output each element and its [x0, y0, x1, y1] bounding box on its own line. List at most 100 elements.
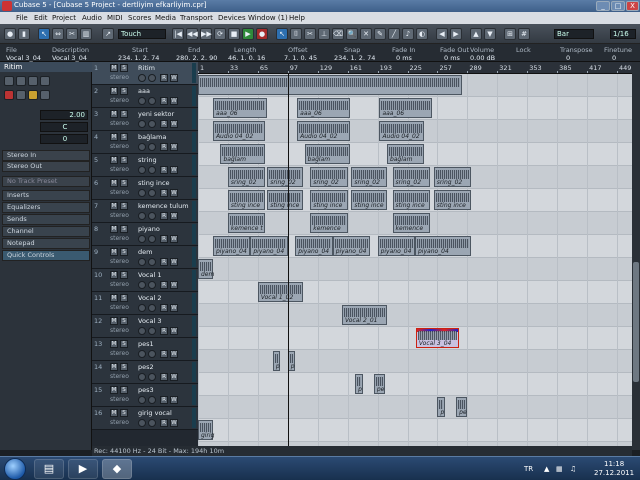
solo-button[interactable]: S: [120, 133, 128, 141]
write-automation-button[interactable]: W: [170, 97, 178, 105]
track-lane[interactable]: [198, 350, 632, 373]
clock-date[interactable]: 27.12.2011: [594, 469, 634, 477]
audio-event[interactable]: Audio 04_02: [379, 121, 425, 141]
track-row[interactable]: 1 M S Ritim stereo R W: [92, 62, 198, 85]
track-name[interactable]: aaa: [138, 87, 150, 95]
audio-event[interactable]: bağlam: [220, 144, 266, 164]
media-player-taskbar-icon[interactable]: ▶: [68, 459, 98, 479]
track-lane[interactable]: [198, 396, 632, 419]
write-automation-button[interactable]: W: [170, 304, 178, 312]
read-automation-button[interactable]: R: [160, 327, 168, 335]
range-tool-icon[interactable]: ⇔: [52, 28, 64, 40]
track-lane[interactable]: [198, 258, 632, 281]
track-row[interactable]: 7 M Skemence tulum stereo R W: [92, 200, 198, 223]
clock-time[interactable]: 11:18: [604, 460, 624, 468]
read-automation-button[interactable]: R: [160, 97, 168, 105]
write-automation-button[interactable]: W: [170, 189, 178, 197]
info-description-value[interactable]: Vocal 3_04: [52, 54, 87, 62]
cycle-icon[interactable]: ⟳: [214, 28, 226, 40]
audio-event[interactable]: sting ince: [392, 190, 430, 210]
menu-scores[interactable]: Scores: [128, 14, 151, 22]
track-name[interactable]: yeni sektor: [138, 110, 174, 118]
write-automation-button[interactable]: W: [170, 120, 178, 128]
monitor-button[interactable]: [148, 120, 156, 128]
record-enable-button[interactable]: [138, 97, 146, 105]
track-row[interactable]: 3 M Syeni sektor stereo R W: [92, 108, 198, 131]
nudge-left-icon[interactable]: ◀: [436, 28, 448, 40]
write-automation-button[interactable]: W: [170, 74, 178, 82]
inspector-track-name[interactable]: Ritim: [0, 62, 92, 72]
audio-event[interactable]: bağlam: [304, 144, 350, 164]
solo-button[interactable]: S: [120, 225, 128, 233]
inspector-section-sends[interactable]: Sends: [2, 214, 90, 225]
selected-audio-event[interactable]: Vocal 3_04: [415, 328, 459, 348]
audio-event[interactable]: Vocal 1_02: [257, 282, 303, 302]
record-enable-button[interactable]: [138, 166, 146, 174]
monitor-button[interactable]: [148, 235, 156, 243]
explorer-taskbar-icon[interactable]: ▤: [34, 459, 64, 479]
color-tool-icon[interactable]: ◐: [416, 28, 428, 40]
track-name[interactable]: Ritim: [138, 64, 155, 72]
inspector-section-quick-controls[interactable]: Quick Controls: [2, 250, 90, 261]
solo-button[interactable]: S: [120, 248, 128, 256]
audio-event[interactable]: piyano_04: [295, 236, 333, 256]
inspector-mute-icon[interactable]: [4, 76, 14, 86]
monitor-button[interactable]: [148, 281, 156, 289]
solo-button[interactable]: S: [120, 179, 128, 187]
record-enable-button[interactable]: [138, 396, 146, 404]
inspector-edit-icon[interactable]: [40, 90, 50, 100]
split-tool-icon[interactable]: ✂: [66, 28, 78, 40]
mute-button[interactable]: M: [110, 271, 118, 279]
rewind-icon[interactable]: ◀◀: [186, 28, 198, 40]
info-fade-in-value[interactable]: 0 ms: [396, 54, 412, 62]
track-name[interactable]: piyano: [138, 225, 160, 233]
inspector-record-icon[interactable]: [4, 90, 14, 100]
stop-icon[interactable]: ■: [228, 28, 240, 40]
track-row[interactable]: 11 M S Vocal 2 stereo R W: [92, 292, 198, 315]
track-row[interactable]: 8 M Spiyano stereo R W: [92, 223, 198, 246]
audio-event[interactable]: sring_02: [351, 167, 387, 187]
info-file-value[interactable]: Vocal 3_04: [6, 54, 41, 62]
info-start-value[interactable]: 234. 1. 2. 74: [118, 54, 159, 62]
track-name[interactable]: kemence tulum: [138, 202, 189, 210]
monitor-button[interactable]: [148, 350, 156, 358]
info-finetune-value[interactable]: 0: [612, 54, 616, 62]
inspector-read-icon[interactable]: [28, 76, 38, 86]
solo-button[interactable]: S: [120, 87, 128, 95]
audio-event[interactable]: kemence t: [227, 213, 266, 233]
monitor-button[interactable]: [148, 258, 156, 266]
track-name[interactable]: sting ince: [138, 179, 170, 187]
write-automation-button[interactable]: W: [170, 235, 178, 243]
audio-event[interactable]: sring_02: [267, 167, 303, 187]
solo-button[interactable]: S: [120, 110, 128, 118]
audio-event[interactable]: kemence: [310, 213, 348, 233]
mute-tool-icon[interactable]: ✕: [360, 28, 372, 40]
nudge-up-icon[interactable]: ▲: [470, 28, 482, 40]
solo-button[interactable]: S: [120, 156, 128, 164]
menu-edit[interactable]: Edit: [34, 14, 48, 22]
go-start-icon[interactable]: |◀: [172, 28, 184, 40]
record-enable-button[interactable]: [138, 350, 146, 358]
cubase-taskbar-icon[interactable]: ◆: [102, 459, 132, 479]
info-transpose-value[interactable]: 0: [566, 54, 570, 62]
read-automation-button[interactable]: R: [160, 74, 168, 82]
menu-help[interactable]: Help: [289, 14, 305, 22]
track-row[interactable]: 16 M Sgirig vocal stereo R W: [92, 407, 198, 430]
inspector-track-preset[interactable]: No Track Preset: [2, 176, 90, 187]
track-row[interactable]: 10 M S Vocal 1 stereo R W: [92, 269, 198, 292]
record-enable-button[interactable]: [138, 373, 146, 381]
info-end-value[interactable]: 280. 2. 2. 90: [176, 54, 217, 62]
snap-type-select[interactable]: Bar: [554, 29, 594, 39]
track-name[interactable]: string: [138, 156, 157, 164]
snap-icon[interactable]: ⊞: [504, 28, 516, 40]
mute-button[interactable]: M: [110, 363, 118, 371]
monitor-button[interactable]: [148, 373, 156, 381]
track-row[interactable]: 6 M Ssting ince stereo R W: [92, 177, 198, 200]
track-name[interactable]: Vocal 2: [138, 294, 161, 302]
audio-event[interactable]: aaa_06: [212, 98, 268, 118]
activate-project-icon[interactable]: ●: [4, 28, 16, 40]
audio-event[interactable]: sting ince: [227, 190, 266, 210]
audio-event[interactable]: sting ince: [433, 190, 472, 210]
event-display[interactable]: aaa_06 aaa_06 aaa_06 Audio 04_02 Audio 04_02…: [198, 74, 632, 446]
mute-button[interactable]: M: [110, 317, 118, 325]
